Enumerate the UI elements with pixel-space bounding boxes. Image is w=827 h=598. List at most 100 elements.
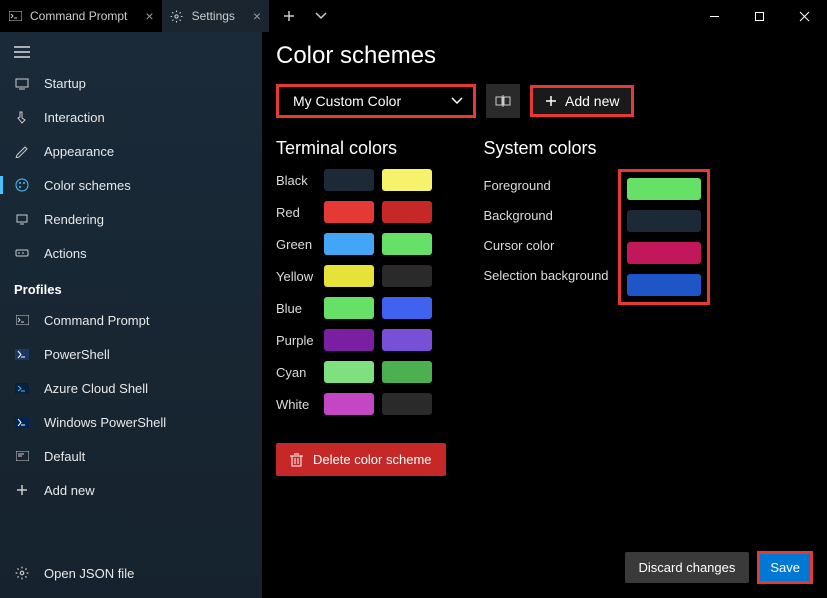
color-swatch-bright[interactable]	[382, 201, 432, 223]
rename-button[interactable]	[486, 84, 520, 118]
sidebar-item-interaction[interactable]: Interaction	[0, 100, 262, 134]
color-row: Purple	[276, 329, 446, 351]
profile-label: Default	[44, 449, 85, 464]
profile-azure-cloud-shell[interactable]: Azure Cloud Shell	[0, 371, 262, 405]
color-row: Green	[276, 233, 446, 255]
profile-label: PowerShell	[44, 347, 110, 362]
color-swatch-normal[interactable]	[324, 233, 374, 255]
sidebar-open-json[interactable]: Open JSON file	[0, 556, 262, 590]
minimize-button[interactable]	[692, 0, 737, 32]
cmd-icon	[14, 312, 30, 328]
page-title: Color schemes	[276, 42, 807, 70]
color-row: White	[276, 393, 446, 415]
plus-icon	[545, 95, 557, 107]
color-label: Blue	[276, 301, 316, 316]
color-swatch-normal[interactable]	[324, 393, 374, 415]
tab-label: Command Prompt	[30, 9, 127, 23]
profile-label: Azure Cloud Shell	[44, 381, 148, 396]
system-color-label: Selection background	[484, 268, 618, 284]
profile-label: Command Prompt	[44, 313, 149, 328]
trash-icon	[290, 453, 303, 467]
sidebar-item-label: Startup	[44, 76, 86, 91]
sidebar-item-label: Interaction	[44, 110, 105, 125]
delete-scheme-button[interactable]: Delete color scheme	[276, 443, 446, 476]
tab-dropdown-button[interactable]	[307, 2, 335, 30]
color-swatch-bright[interactable]	[382, 329, 432, 351]
system-colors-section: System colors ForegroundBackgroundCursor…	[484, 138, 710, 476]
color-swatch-normal[interactable]	[324, 201, 374, 223]
color-swatch-normal[interactable]	[324, 265, 374, 287]
color-row: Red	[276, 201, 446, 223]
titlebar: Command Prompt × Settings ×	[0, 0, 827, 32]
terminal-colors-title: Terminal colors	[276, 138, 446, 159]
discard-button[interactable]: Discard changes	[625, 552, 750, 583]
delete-label: Delete color scheme	[313, 452, 432, 467]
close-icon[interactable]: ×	[253, 8, 261, 24]
sidebar-item-appearance[interactable]: Appearance	[0, 134, 262, 168]
sidebar-item-color-schemes[interactable]: Color schemes	[0, 168, 262, 202]
powershell-icon	[14, 346, 30, 362]
default-icon	[14, 448, 30, 464]
plus-icon	[14, 482, 30, 498]
new-tab-button[interactable]	[275, 2, 303, 30]
startup-icon	[14, 75, 30, 91]
system-color-label: Cursor color	[484, 238, 618, 254]
titlebar-actions	[275, 2, 335, 30]
system-color-swatch[interactable]	[627, 210, 701, 232]
profile-windows-powershell[interactable]: Windows PowerShell	[0, 405, 262, 439]
gear-icon	[170, 9, 184, 23]
color-label: Purple	[276, 333, 316, 348]
add-new-label: Add new	[565, 93, 619, 109]
color-swatch-bright[interactable]	[382, 233, 432, 255]
color-label: Yellow	[276, 269, 316, 284]
system-color-swatch[interactable]	[627, 274, 701, 296]
system-color-swatch[interactable]	[627, 178, 701, 200]
system-color-swatch[interactable]	[627, 242, 701, 264]
sidebar-item-startup[interactable]: Startup	[0, 66, 262, 100]
color-label: White	[276, 397, 316, 412]
gear-icon	[14, 565, 30, 581]
hamburger-button[interactable]	[0, 38, 262, 66]
save-button[interactable]: Save	[760, 554, 810, 581]
color-swatch-bright[interactable]	[382, 393, 432, 415]
sidebar-item-label: Color schemes	[44, 178, 131, 193]
window-controls	[692, 0, 827, 32]
toolbar-row: My Custom Color Add new	[276, 84, 807, 118]
profile-command-prompt[interactable]: Command Prompt	[0, 303, 262, 337]
sidebar-item-actions[interactable]: Actions	[0, 236, 262, 270]
color-swatch-bright[interactable]	[382, 297, 432, 319]
add-new-scheme-button[interactable]: Add new	[530, 85, 634, 117]
close-window-button[interactable]	[782, 0, 827, 32]
appearance-icon	[14, 143, 30, 159]
close-icon[interactable]: ×	[145, 8, 153, 24]
tab-command-prompt[interactable]: Command Prompt ×	[0, 0, 162, 32]
color-label: Black	[276, 173, 316, 188]
color-row: Black	[276, 169, 446, 191]
color-swatch-normal[interactable]	[324, 329, 374, 351]
sidebar: Startup Interaction Appearance Color sch…	[0, 32, 262, 598]
sidebar-add-new[interactable]: Add new	[0, 473, 262, 507]
sidebar-item-label: Appearance	[44, 144, 114, 159]
color-swatch-bright[interactable]	[382, 169, 432, 191]
actions-icon	[14, 245, 30, 261]
color-swatch-bright[interactable]	[382, 361, 432, 383]
profile-label: Windows PowerShell	[44, 415, 166, 430]
system-color-label: Foreground	[484, 178, 618, 194]
profile-default[interactable]: Default	[0, 439, 262, 473]
scheme-dropdown[interactable]: My Custom Color	[276, 84, 476, 118]
profiles-header: Profiles	[0, 270, 262, 303]
sidebar-item-rendering[interactable]: Rendering	[0, 202, 262, 236]
color-swatch-normal[interactable]	[324, 169, 374, 191]
terminal-colors-section: Terminal colors Black Red Green Yellow Blue P…	[276, 138, 446, 476]
azure-icon	[14, 380, 30, 396]
footer-actions: Discard changes Save	[625, 551, 813, 584]
profile-powershell[interactable]: PowerShell	[0, 337, 262, 371]
color-swatch-normal[interactable]	[324, 297, 374, 319]
tab-settings[interactable]: Settings ×	[162, 0, 270, 32]
color-swatch-bright[interactable]	[382, 265, 432, 287]
sidebar-item-label: Open JSON file	[44, 566, 134, 581]
color-swatch-normal[interactable]	[324, 361, 374, 383]
sidebar-item-label: Add new	[44, 483, 95, 498]
sidebar-item-label: Rendering	[44, 212, 104, 227]
maximize-button[interactable]	[737, 0, 782, 32]
